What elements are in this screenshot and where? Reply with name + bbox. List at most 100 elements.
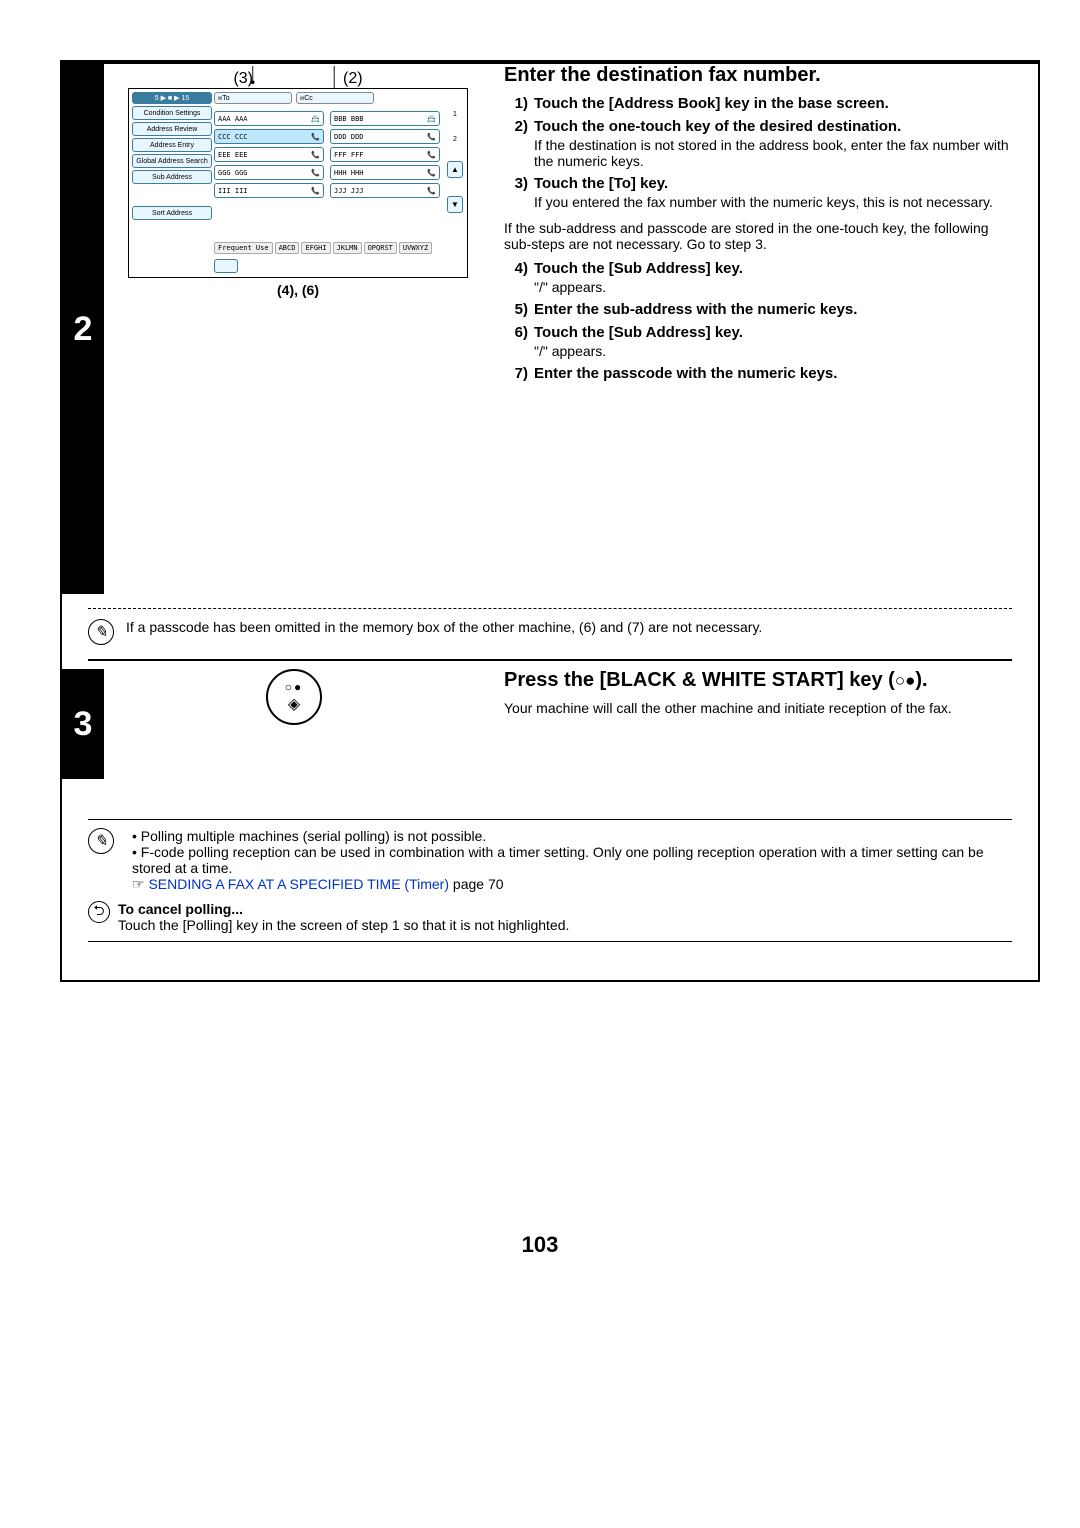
substep-6: 6) Touch the [Sub Address] key. [504, 324, 1018, 341]
diagram-tab-cc: ✉ Cc [296, 92, 374, 104]
diagram-entry: GGG GGG📞 [214, 165, 324, 180]
footer-note-bullets: Polling multiple machines (serial pollin… [126, 828, 1012, 893]
diagram-sort-icon [214, 259, 238, 273]
substep-4-num: 4) [504, 260, 534, 277]
substep-5: 5) Enter the sub-address with the numeri… [504, 301, 1018, 318]
bw-start-dots: ○● [285, 680, 304, 694]
step-3-title-symbol: ○● [895, 671, 916, 690]
step-3-title-a: Press the [BLACK & WHITE START] key [504, 669, 883, 691]
diagram-alpha-tabs: Frequent Use ABCD EFGHI JKLMN OPQRST UVW… [214, 242, 432, 254]
substep-7-num: 7) [504, 365, 534, 382]
diagram-entry: HHH HHH📞 [330, 165, 440, 180]
diagram-entry-selected: CCC CCC📞 [214, 129, 324, 144]
substep-4-text: Touch the [Sub Address] key. [534, 260, 1018, 277]
step-3-note: Your machine will call the other machine… [504, 700, 1018, 716]
step-3-title-c: ). [915, 669, 927, 691]
link-prefix-icon: ☞ [132, 876, 145, 892]
diagram-entry: AAA AAA📇 [214, 111, 324, 126]
diagram-alpha: ABCD [275, 242, 300, 254]
diagram-btn-sort-address: Sort Address [132, 206, 212, 220]
cancel-icon: ⮌ [88, 901, 110, 923]
diagram-entry: III III📞 [214, 183, 324, 198]
diagram-entry: EEE EEE📞 [214, 147, 324, 162]
diagram-btn-address-review: Address Review [132, 122, 212, 136]
bw-start-diamond: ◈ [288, 694, 300, 714]
diagram-btn-global-search: Global Address Search [132, 154, 212, 168]
diagram-tab-frequent: Frequent Use [214, 242, 273, 254]
diagram-alpha: UVWXYZ [399, 242, 432, 254]
pencil-icon [88, 828, 114, 854]
callout-4-6: (4), (6) [112, 282, 484, 298]
substep-2-note: If the destination is not stored in the … [534, 137, 1018, 169]
substep-6-text: Touch the [Sub Address] key. [534, 324, 1018, 341]
pencil-icon [88, 619, 114, 645]
diagram-scroll-up: ▲ [447, 161, 463, 178]
page-number: 103 [0, 1232, 1080, 1258]
step-3-number: 3 [62, 669, 104, 779]
diagram-entries-grid: AAA AAA📇 BBB BBB📇 CCC CCC📞 DDD DDD📞 EEE … [214, 111, 440, 198]
timer-link[interactable]: SENDING A FAX AT A SPECIFIED TIME (Timer… [148, 876, 449, 892]
substep-2: 2) Touch the one-touch key of the desire… [504, 118, 1018, 135]
diagram-entry: JJJ JJJ📞 [330, 183, 440, 198]
diagram-btn-address-entry: Address Entry [132, 138, 212, 152]
address-book-screenshot: 5 ▶ ■ ▶ 15 Condition Settings Address Re… [128, 88, 468, 278]
substep-7: 7) Enter the passcode with the numeric k… [504, 365, 1018, 382]
step-2-title: Enter the destination fax number. [504, 64, 1018, 87]
step-3-body: ○● ◈ Press the [BLACK & WHITE START] key… [104, 669, 1038, 725]
footer-note-1: Polling multiple machines (serial pollin… [132, 828, 1012, 844]
step-2-instructions: Enter the destination fax number. 1) Tou… [484, 64, 1024, 384]
diagram-page-2: 2 [447, 136, 463, 143]
diagram-tab-to: ✉ To [214, 92, 292, 104]
step-3-top-separator [88, 659, 1012, 661]
diagram-btn-condition: Condition Settings [132, 106, 212, 120]
diagram-btn-sub-address: Sub Address [132, 170, 212, 184]
substep-2-text: Touch the one-touch key of the desired d… [534, 118, 1018, 135]
main-content: 2 (3) (2) [62, 64, 1038, 950]
diagram-page-1: 1 [447, 111, 463, 118]
substep-6-note: "/" appears. [534, 343, 1018, 359]
step-2-diagram-column: (3) (2) 5 [104, 64, 484, 384]
substep-1: 1) Touch the [Address Book] key in the b… [504, 95, 1018, 112]
substep-1-text: Touch the [Address Book] key in the base… [534, 95, 1018, 112]
page-frame: 2 (3) (2) [60, 60, 1040, 982]
cancel-body: Touch the [Polling] key in the screen of… [118, 917, 569, 933]
diagram-alpha: OPQRST [364, 242, 397, 254]
substep-4: 4) Touch the [Sub Address] key. [504, 260, 1018, 277]
diagram-topbar: 5 ▶ ■ ▶ 15 [132, 92, 212, 104]
diagram-entry: BBB BBB📇 [330, 111, 440, 126]
substep-2-num: 2) [504, 118, 534, 135]
diagram-left-sidebar: 5 ▶ ■ ▶ 15 Condition Settings Address Re… [132, 92, 212, 220]
substep-5-num: 5) [504, 301, 534, 318]
step-2-number: 2 [62, 64, 104, 594]
step-2-passcode-note: If a passcode has been omitted in the me… [126, 619, 762, 635]
substep-5-text: Enter the sub-address with the numeric k… [534, 301, 1018, 318]
diagram-top-callouts: (3) (2) [112, 70, 484, 88]
diagram-scroll: 1 2 ▲ ▼ [447, 111, 463, 213]
diagram-alpha: EFGHI [301, 242, 330, 254]
step-3-instructions: Press the [BLACK & WHITE START] key (○●)… [484, 669, 1024, 725]
diagram-alpha: JKLMN [333, 242, 362, 254]
bw-start-key-icon: ○● ◈ [266, 669, 322, 725]
cancel-title: To cancel polling... [118, 901, 569, 917]
substep-1-num: 1) [504, 95, 534, 112]
substep-3-num: 3) [504, 175, 534, 192]
substep-7-text: Enter the passcode with the numeric keys… [534, 365, 1018, 382]
notes-separator-bottom [88, 941, 1012, 942]
cancel-polling-row: ⮌ To cancel polling... Touch the [Pollin… [88, 901, 1012, 933]
step-2-body: (3) (2) 5 [104, 64, 1038, 384]
dashed-separator [88, 608, 1012, 609]
substep-3-text: Touch the [To] key. [534, 175, 1018, 192]
diagram-entry: DDD DDD📞 [330, 129, 440, 144]
substep-3: 3) Touch the [To] key. [504, 175, 1018, 192]
diagram-tabs: ✉ To ✉ Cc [214, 92, 374, 104]
footer-notes-block: Polling multiple machines (serial pollin… [88, 819, 1012, 950]
step-2-mid-note: If the sub-address and passcode are stor… [504, 220, 1018, 252]
step-3-icon-column: ○● ◈ [104, 669, 484, 725]
notes-separator-top [88, 819, 1012, 820]
step-2-passcode-note-row: If a passcode has been omitted in the me… [88, 619, 1012, 645]
step-3-title: Press the [BLACK & WHITE START] key (○●)… [504, 669, 1018, 692]
diagram-scroll-down: ▼ [447, 196, 463, 213]
substep-4-note: "/" appears. [534, 279, 1018, 295]
substep-3-note: If you entered the fax number with the n… [534, 194, 1018, 210]
step-3-title-b: ( [888, 669, 895, 691]
